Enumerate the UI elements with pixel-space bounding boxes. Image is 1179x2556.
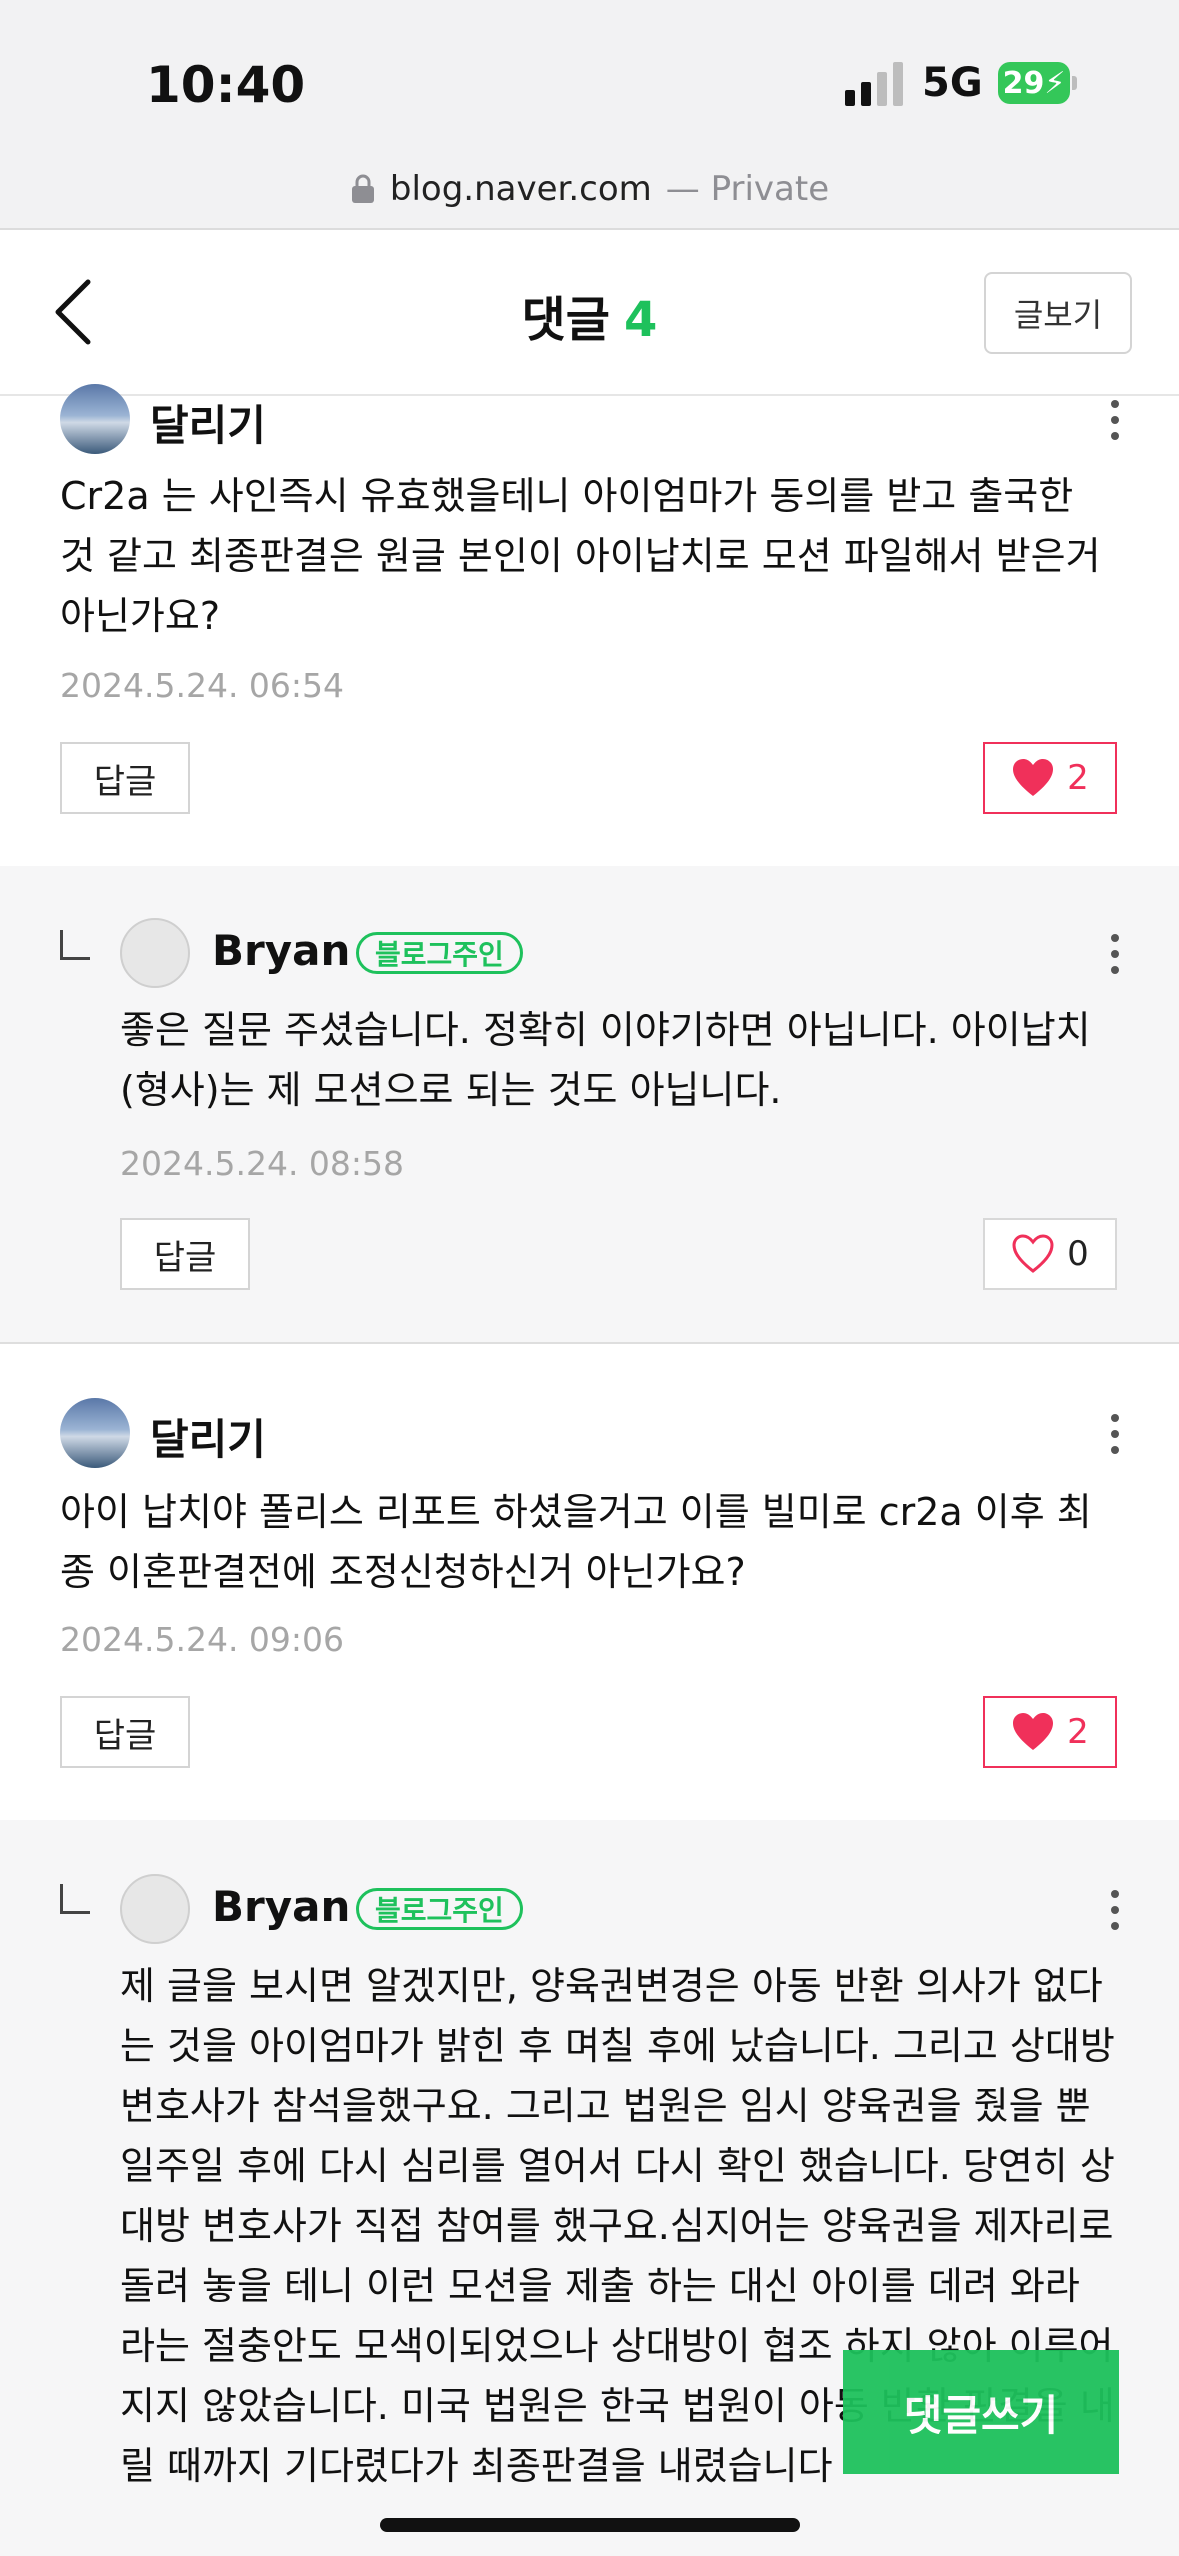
more-options-icon[interactable] [1105, 398, 1125, 442]
like-count: 2 [1067, 1712, 1089, 1752]
avatar[interactable] [60, 384, 130, 454]
like-button[interactable]: 2 [983, 742, 1117, 814]
like-count: 2 [1067, 758, 1089, 798]
comment-author[interactable]: 달리기 [150, 392, 266, 453]
comment-item: 달리기 아이 납치야 폴리스 리포트 하셨을거고 이를 빌미로 cr2a 이후 … [0, 1342, 1179, 1822]
reply-button[interactable]: 답글 [60, 742, 190, 814]
comment-author[interactable]: Bryan [212, 1882, 350, 1931]
comment-text: 아이 납치야 폴리스 리포트 하셨을거고 이를 빌미로 cr2a 이후 최종 이… [60, 1490, 1092, 1594]
reply-button[interactable]: 답글 [120, 1218, 250, 1290]
avatar[interactable] [120, 1874, 190, 1944]
comment-date: 2024.5.24. 08:58 [120, 1144, 405, 1183]
comment-author[interactable]: Bryan [212, 926, 350, 975]
reply-indicator-icon [60, 930, 90, 960]
reply-comment-item: Bryan 블로그주인 좋은 질문 주셨습니다. 정확히 이야기하면 아닙니다.… [0, 866, 1179, 1344]
comments-header: 댓글 4 글보기 [0, 230, 1179, 396]
comment-date: 2024.5.24. 09:06 [60, 1620, 345, 1659]
like-button[interactable]: 2 [983, 1696, 1117, 1768]
reply-button[interactable]: 답글 [60, 1696, 190, 1768]
lock-icon [351, 174, 374, 203]
blog-owner-badge: 블로그주인 [356, 1888, 523, 1930]
reply-indicator-icon [60, 1884, 90, 1914]
home-indicator[interactable] [380, 2518, 800, 2532]
battery-level: 29 [1002, 65, 1045, 101]
heart-filled-icon [1013, 759, 1054, 796]
comment-text: 좋은 질문 주셨습니다. 정확히 이야기하면 아닙니다. 아이납치 (형사)는 … [120, 1008, 1091, 1112]
comment-count: 4 [623, 292, 658, 348]
heart-outline-icon [1012, 1234, 1054, 1273]
comment-date: 2024.5.24. 06:54 [60, 666, 345, 705]
comment-author[interactable]: 달리기 [150, 1406, 266, 1467]
comment-text: Cr2a 는 사인즉시 유효했을테니 아이엄마가 동의를 받고 출국한 것 같고… [60, 474, 1101, 638]
battery-tip [1072, 76, 1077, 90]
private-label: — Private [665, 169, 830, 209]
status-bar: 10:40 5G 29 ⚡ [0, 0, 1179, 150]
address-bar[interactable]: blog.naver.com — Private [0, 150, 1179, 230]
write-comment-button[interactable]: 댓글쓰기 [843, 2350, 1119, 2474]
like-count: 0 [1067, 1234, 1089, 1274]
avatar[interactable] [60, 1398, 130, 1468]
more-options-icon[interactable] [1105, 932, 1125, 976]
more-options-icon[interactable] [1105, 1888, 1125, 1932]
avatar[interactable] [120, 918, 190, 988]
cellular-signal-icon [845, 62, 903, 106]
battery-icon: 29 ⚡ [998, 62, 1070, 104]
heart-filled-icon [1013, 1713, 1054, 1750]
title-text: 댓글 [521, 292, 610, 348]
view-post-button[interactable]: 글보기 [984, 272, 1132, 354]
comment-item: 달리기 Cr2a 는 사인즉시 유효했을테니 아이엄마가 동의를 받고 출국한 … [0, 384, 1179, 868]
status-time: 10:40 [146, 56, 306, 114]
url-domain: blog.naver.com [389, 169, 652, 209]
like-button[interactable]: 0 [983, 1218, 1117, 1290]
blog-owner-badge: 블로그주인 [356, 932, 523, 974]
network-type: 5G [922, 60, 983, 106]
more-options-icon[interactable] [1105, 1412, 1125, 1456]
